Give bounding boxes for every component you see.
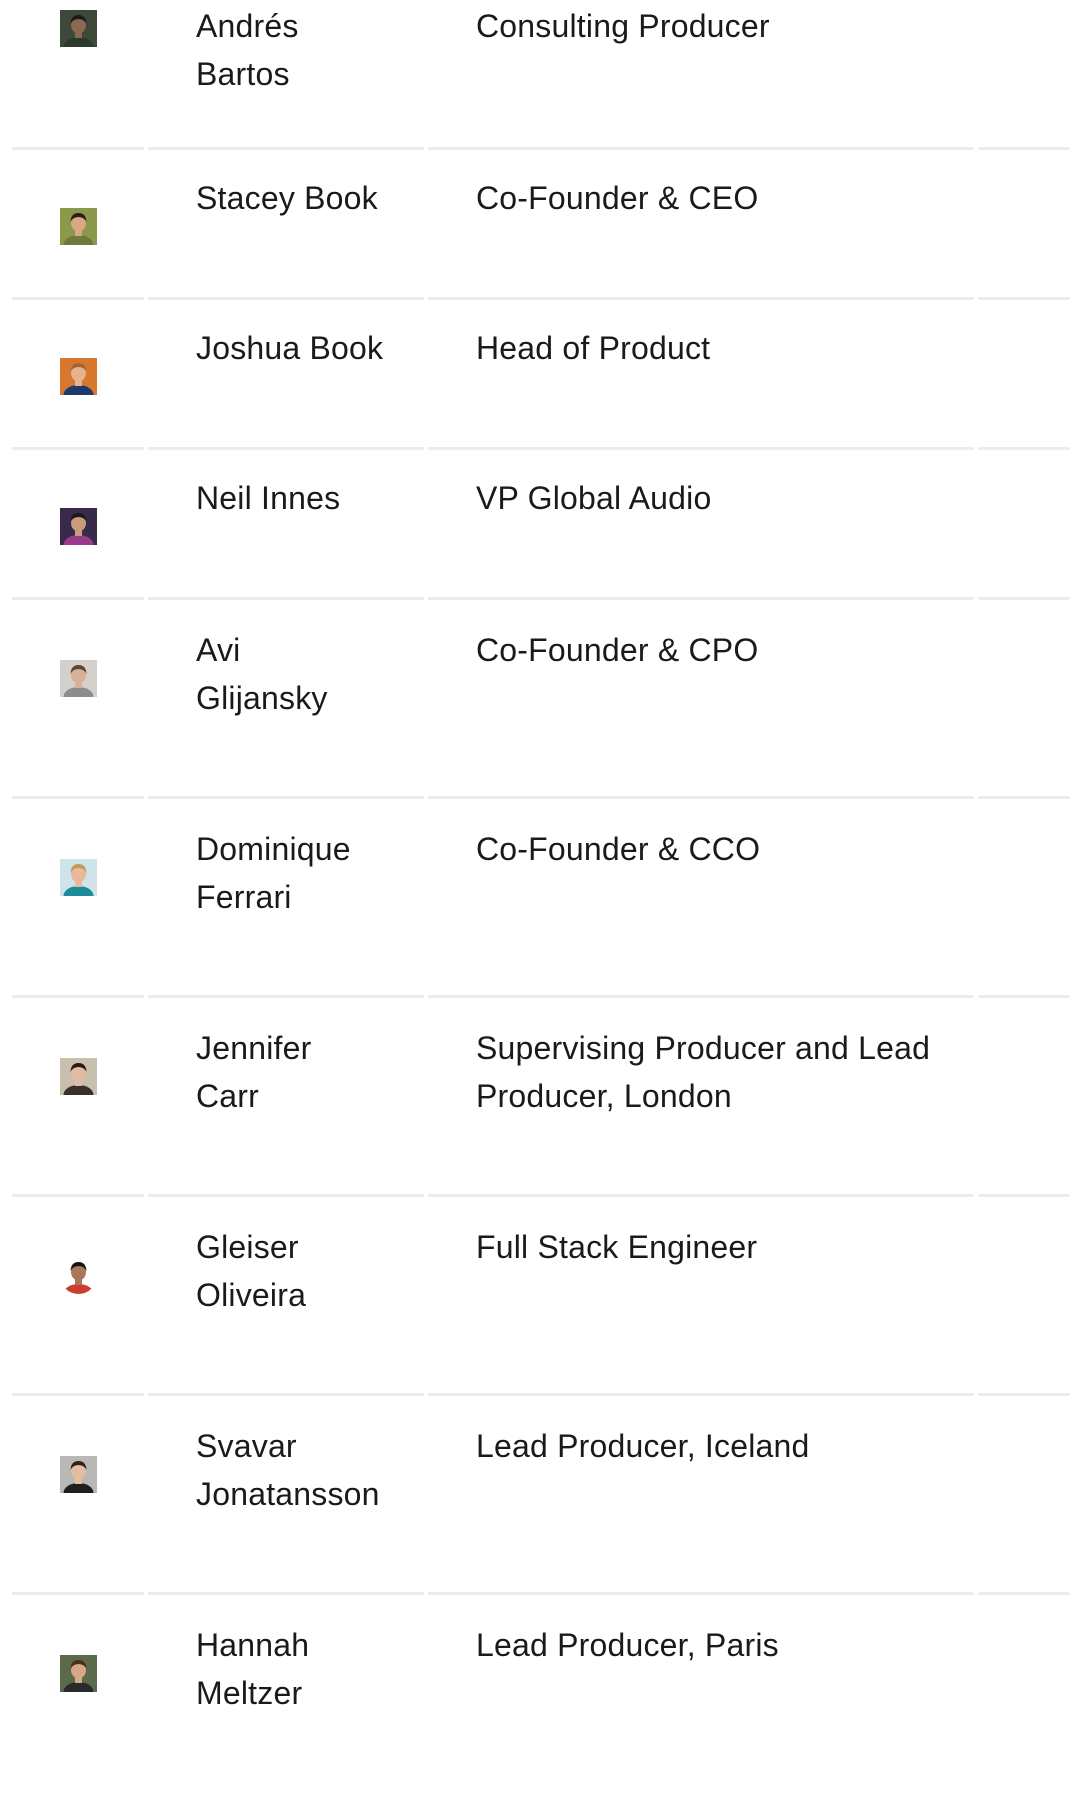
member-name: Dominique Ferrari: [196, 825, 426, 921]
member-name: Svavar Jonatansson: [196, 1422, 426, 1518]
member-name-line: Avi: [196, 632, 241, 668]
member-name-line: Gleiser: [196, 1229, 299, 1265]
member-role-line: Lead Producer, Iceland: [476, 1428, 810, 1464]
member-name-line: Andrés: [196, 8, 299, 44]
table-row: Dominique Ferrari Co-Founder & CCO: [0, 799, 1070, 998]
member-role-line: Full Stack Engineer: [476, 1229, 758, 1265]
member-name-line: Jonatansson: [196, 1476, 380, 1512]
member-role-line: Supervising Producer and Lead: [476, 1030, 931, 1066]
avatar: [60, 660, 97, 697]
table-row: Joshua Book Head of Product: [0, 300, 1070, 450]
member-role-line: Head of Product: [476, 330, 711, 366]
table-row: Avi Glijansky Co-Founder & CPO: [0, 600, 1070, 799]
table-row: Andrés Bartos Consulting Producer: [0, 0, 1070, 150]
member-name-line: Carr: [196, 1078, 260, 1114]
member-name: Neil Innes: [196, 474, 426, 522]
member-name: Avi Glijansky: [196, 626, 426, 722]
member-name: Joshua Book: [196, 324, 426, 372]
member-role: Lead Producer, Iceland: [476, 1422, 996, 1470]
member-name-line: Oliveira: [196, 1277, 307, 1313]
member-role-line: Consulting Producer: [476, 8, 770, 44]
member-name-line: Glijansky: [196, 680, 328, 716]
avatar: [60, 208, 97, 245]
member-role: VP Global Audio: [476, 474, 996, 522]
member-name: Jennifer Carr: [196, 1024, 426, 1120]
avatar: [60, 1257, 97, 1294]
member-role: Full Stack Engineer: [476, 1223, 996, 1271]
table-row: Hannah Meltzer Lead Producer, Paris: [0, 1595, 1070, 1794]
table-row: Svavar Jonatansson Lead Producer, Iceland: [0, 1396, 1070, 1595]
member-role: Lead Producer, Paris: [476, 1621, 996, 1669]
member-role-line: Co-Founder & CCO: [476, 831, 761, 867]
avatar: [60, 1058, 97, 1095]
member-role-line: Lead Producer, Paris: [476, 1627, 779, 1663]
table-row: Neil Innes VP Global Audio: [0, 450, 1070, 600]
member-name-line: Svavar: [196, 1428, 297, 1464]
table-row: Jennifer Carr Supervising Producer and Lea…: [0, 998, 1070, 1197]
avatar: [60, 859, 97, 896]
member-role-line: VP Global Audio: [476, 480, 712, 516]
member-role: Supervising Producer and Lead Producer, L…: [476, 1024, 996, 1120]
member-role-line: Co-Founder & CPO: [476, 632, 759, 668]
table-row: Gleiser Oliveira Full Stack Engineer: [0, 1197, 1070, 1396]
member-name-line: Jennifer: [196, 1030, 312, 1066]
member-role-line: Co-Founder & CEO: [476, 180, 759, 216]
avatar: [60, 1456, 97, 1493]
avatar: [60, 10, 97, 47]
member-name: Gleiser Oliveira: [196, 1223, 426, 1319]
member-name: Stacey Book: [196, 174, 426, 222]
member-name: Andrés Bartos: [196, 2, 426, 98]
member-name-line: Dominique: [196, 831, 351, 867]
member-name-line: Stacey Book: [196, 180, 378, 216]
member-name-line: Bartos: [196, 56, 290, 92]
member-name-line: Hannah: [196, 1627, 310, 1663]
member-name-line: Ferrari: [196, 879, 292, 915]
member-role-line: Producer, London: [476, 1078, 732, 1114]
avatar: [60, 358, 97, 395]
avatar: [60, 508, 97, 545]
member-role: Head of Product: [476, 324, 996, 372]
member-role: Consulting Producer: [476, 2, 996, 50]
member-name-line: Meltzer: [196, 1675, 303, 1711]
member-name-line: Joshua Book: [196, 330, 384, 366]
table-row: Stacey Book Co-Founder & CEO: [0, 150, 1070, 300]
member-role: Co-Founder & CPO: [476, 626, 996, 674]
member-name: Hannah Meltzer: [196, 1621, 426, 1717]
avatar: [60, 1655, 97, 1692]
member-name-line: Neil Innes: [196, 480, 341, 516]
member-role: Co-Founder & CEO: [476, 174, 996, 222]
member-role: Co-Founder & CCO: [476, 825, 996, 873]
